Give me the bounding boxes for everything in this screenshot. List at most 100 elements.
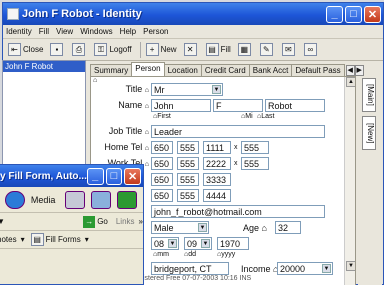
tab-new[interactable]: [New] [362,116,376,150]
address-dropdown[interactable]: ▼ [0,217,83,226]
sex-select[interactable]: Male ▼ [151,221,209,234]
address-row: ▼ → Go Links » [0,213,143,231]
chevron-right-icon[interactable]: » [139,217,143,226]
tab-left-icon[interactable]: ◀ [345,65,355,76]
mail-icon[interactable] [91,190,112,209]
print-icon: ⎙ [72,43,86,56]
work-prefix-field[interactable]: 555 [177,157,199,170]
maximize-button[interactable]: □ [345,5,362,23]
note-button[interactable]: ✎ [258,42,277,58]
list-item[interactable]: John F Robot [3,61,85,72]
fill-forms-icon: ▤ [30,233,44,246]
grid-button[interactable]: ▦ [236,42,255,58]
media-icon[interactable] [5,190,25,209]
title-select[interactable]: Mr ▼ [151,83,223,96]
chevron-down-icon[interactable]: ▾ [21,235,25,244]
fill-button[interactable]: ▤ Fill [204,42,233,58]
menu-windows[interactable]: Windows [80,27,112,36]
app-icon [7,8,19,20]
tel3-area-field[interactable]: 650 [151,173,173,186]
birth-year-field[interactable]: 1970 [217,237,249,250]
form-scrollbar[interactable]: ▲ ▼ [344,77,355,285]
go-arrow-icon[interactable]: → [83,215,96,228]
binoculars-button[interactable]: ∞ [302,42,321,58]
lock-icon: ⌂ [144,87,149,94]
window-title: John F Robot - Identity [22,8,142,20]
chevron-down-icon: ▼ [168,239,177,248]
work-ext-field[interactable]: 555 [241,157,269,170]
notes-button[interactable]: notes [0,235,17,244]
tel4-line-field[interactable]: 4444 [203,189,231,202]
browser-title: y Fill Form, Auto... [0,170,87,182]
logoff-button[interactable]: ⚿ Logoff [92,42,133,58]
birth-month-select[interactable]: 08 ▼ [151,237,179,250]
tel3-line-field[interactable]: 3333 [203,173,231,186]
income-select[interactable]: 20000 ▼ [277,262,333,275]
tab-summary[interactable]: Summary [90,64,133,76]
chevron-down-icon: ▼ [212,85,221,94]
work-line-field[interactable]: 2222 [203,157,231,170]
home-line-field[interactable]: 1111 [203,141,231,154]
tab-right-icon[interactable]: ▶ [354,65,364,76]
tel3-prefix-field[interactable]: 555 [177,173,199,186]
tel4-area-field[interactable]: 650 [151,189,173,202]
links-button[interactable]: Links [116,217,135,226]
print-button[interactable]: ⎙ [70,42,89,58]
menu-identity[interactable]: Identity [6,27,32,36]
age-label: Age ⌂ [243,223,267,233]
first-name-field[interactable]: John [151,99,211,112]
browser-close-button[interactable]: ✕ [124,167,142,185]
delete-button[interactable]: ✕ [182,42,201,58]
scroll-up-icon[interactable]: ▲ [346,77,355,87]
browser-maximize-button[interactable]: □ [105,167,123,185]
go-button[interactable]: Go [97,217,108,226]
fill-icon: ▤ [205,43,219,56]
tab-location[interactable]: Location [163,64,202,76]
menu-person[interactable]: Person [143,27,168,36]
home-area-field[interactable]: 650 [151,141,173,154]
home-prefix-field[interactable]: 555 [177,141,199,154]
mm-caption: ⌂mm [153,251,169,258]
tab-default-pass[interactable]: Default Pass [291,64,345,76]
tab-person[interactable]: Person [131,62,165,76]
messenger-icon[interactable] [117,190,138,209]
delete-icon: ✕ [183,43,197,56]
home-ext-field[interactable]: 555 [241,141,269,154]
title-bar[interactable]: John F Robot - Identity _ □ ✕ [3,3,383,25]
last-name-field[interactable]: Robot [265,99,325,112]
tab-bank-acct[interactable]: Bank Acct [248,64,293,76]
work-area-field[interactable]: 650 [151,157,173,170]
fill-forms-button[interactable]: Fill Forms [46,235,81,244]
plugin-row: notes ▾ ▤ Fill Forms ▾ [0,231,143,249]
middle-initial-field[interactable]: F [213,99,263,112]
media-button[interactable]: Media [31,195,56,205]
browser-title-bar[interactable]: y Fill Form, Auto... _ □ ✕ [0,165,143,187]
lock-icon: ⌂ [144,103,149,110]
chevron-down-icon[interactable]: ▾ [85,235,89,244]
toolbar: ⇤ Close ▪ ⎙ ⚿ Logoff + New ✕ ▤ Fill ▦ ✎ ✉ ∞ [3,39,383,61]
mail-icon: ✉ [281,43,295,56]
new-button[interactable]: + New [144,42,179,58]
close-button[interactable]: ⇤ Close [6,42,45,58]
menu-fill[interactable]: Fill [39,27,49,36]
print-icon[interactable] [65,190,86,209]
chevron-down-icon: ▼ [201,239,210,248]
email-field[interactable]: john_f_robot@hotmail.com [151,205,325,218]
side-tab-bar: [Main] [New] [358,76,382,285]
save-button[interactable]: ▪ [48,42,67,58]
tab-credit-card[interactable]: Credit Card [200,64,250,76]
tab-main[interactable]: [Main] [362,78,376,112]
minimize-button[interactable]: _ [326,5,343,23]
close-window-button[interactable]: ✕ [364,5,381,23]
mail-button[interactable]: ✉ [280,42,299,58]
job-title-field[interactable]: Leader [151,125,325,138]
menu-view[interactable]: View [56,27,73,36]
menu-bar: Identity Fill View Windows Help Person [3,25,383,39]
menu-help[interactable]: Help [120,27,136,36]
birth-day-select[interactable]: 09 ▼ [184,237,212,250]
city-field[interactable]: bridgeport, CT [151,262,229,275]
browser-minimize-button[interactable]: _ [86,167,104,185]
tel4-prefix-field[interactable]: 555 [177,189,199,202]
scroll-down-icon[interactable]: ▼ [346,261,355,271]
age-field[interactable]: 32 [275,221,301,234]
